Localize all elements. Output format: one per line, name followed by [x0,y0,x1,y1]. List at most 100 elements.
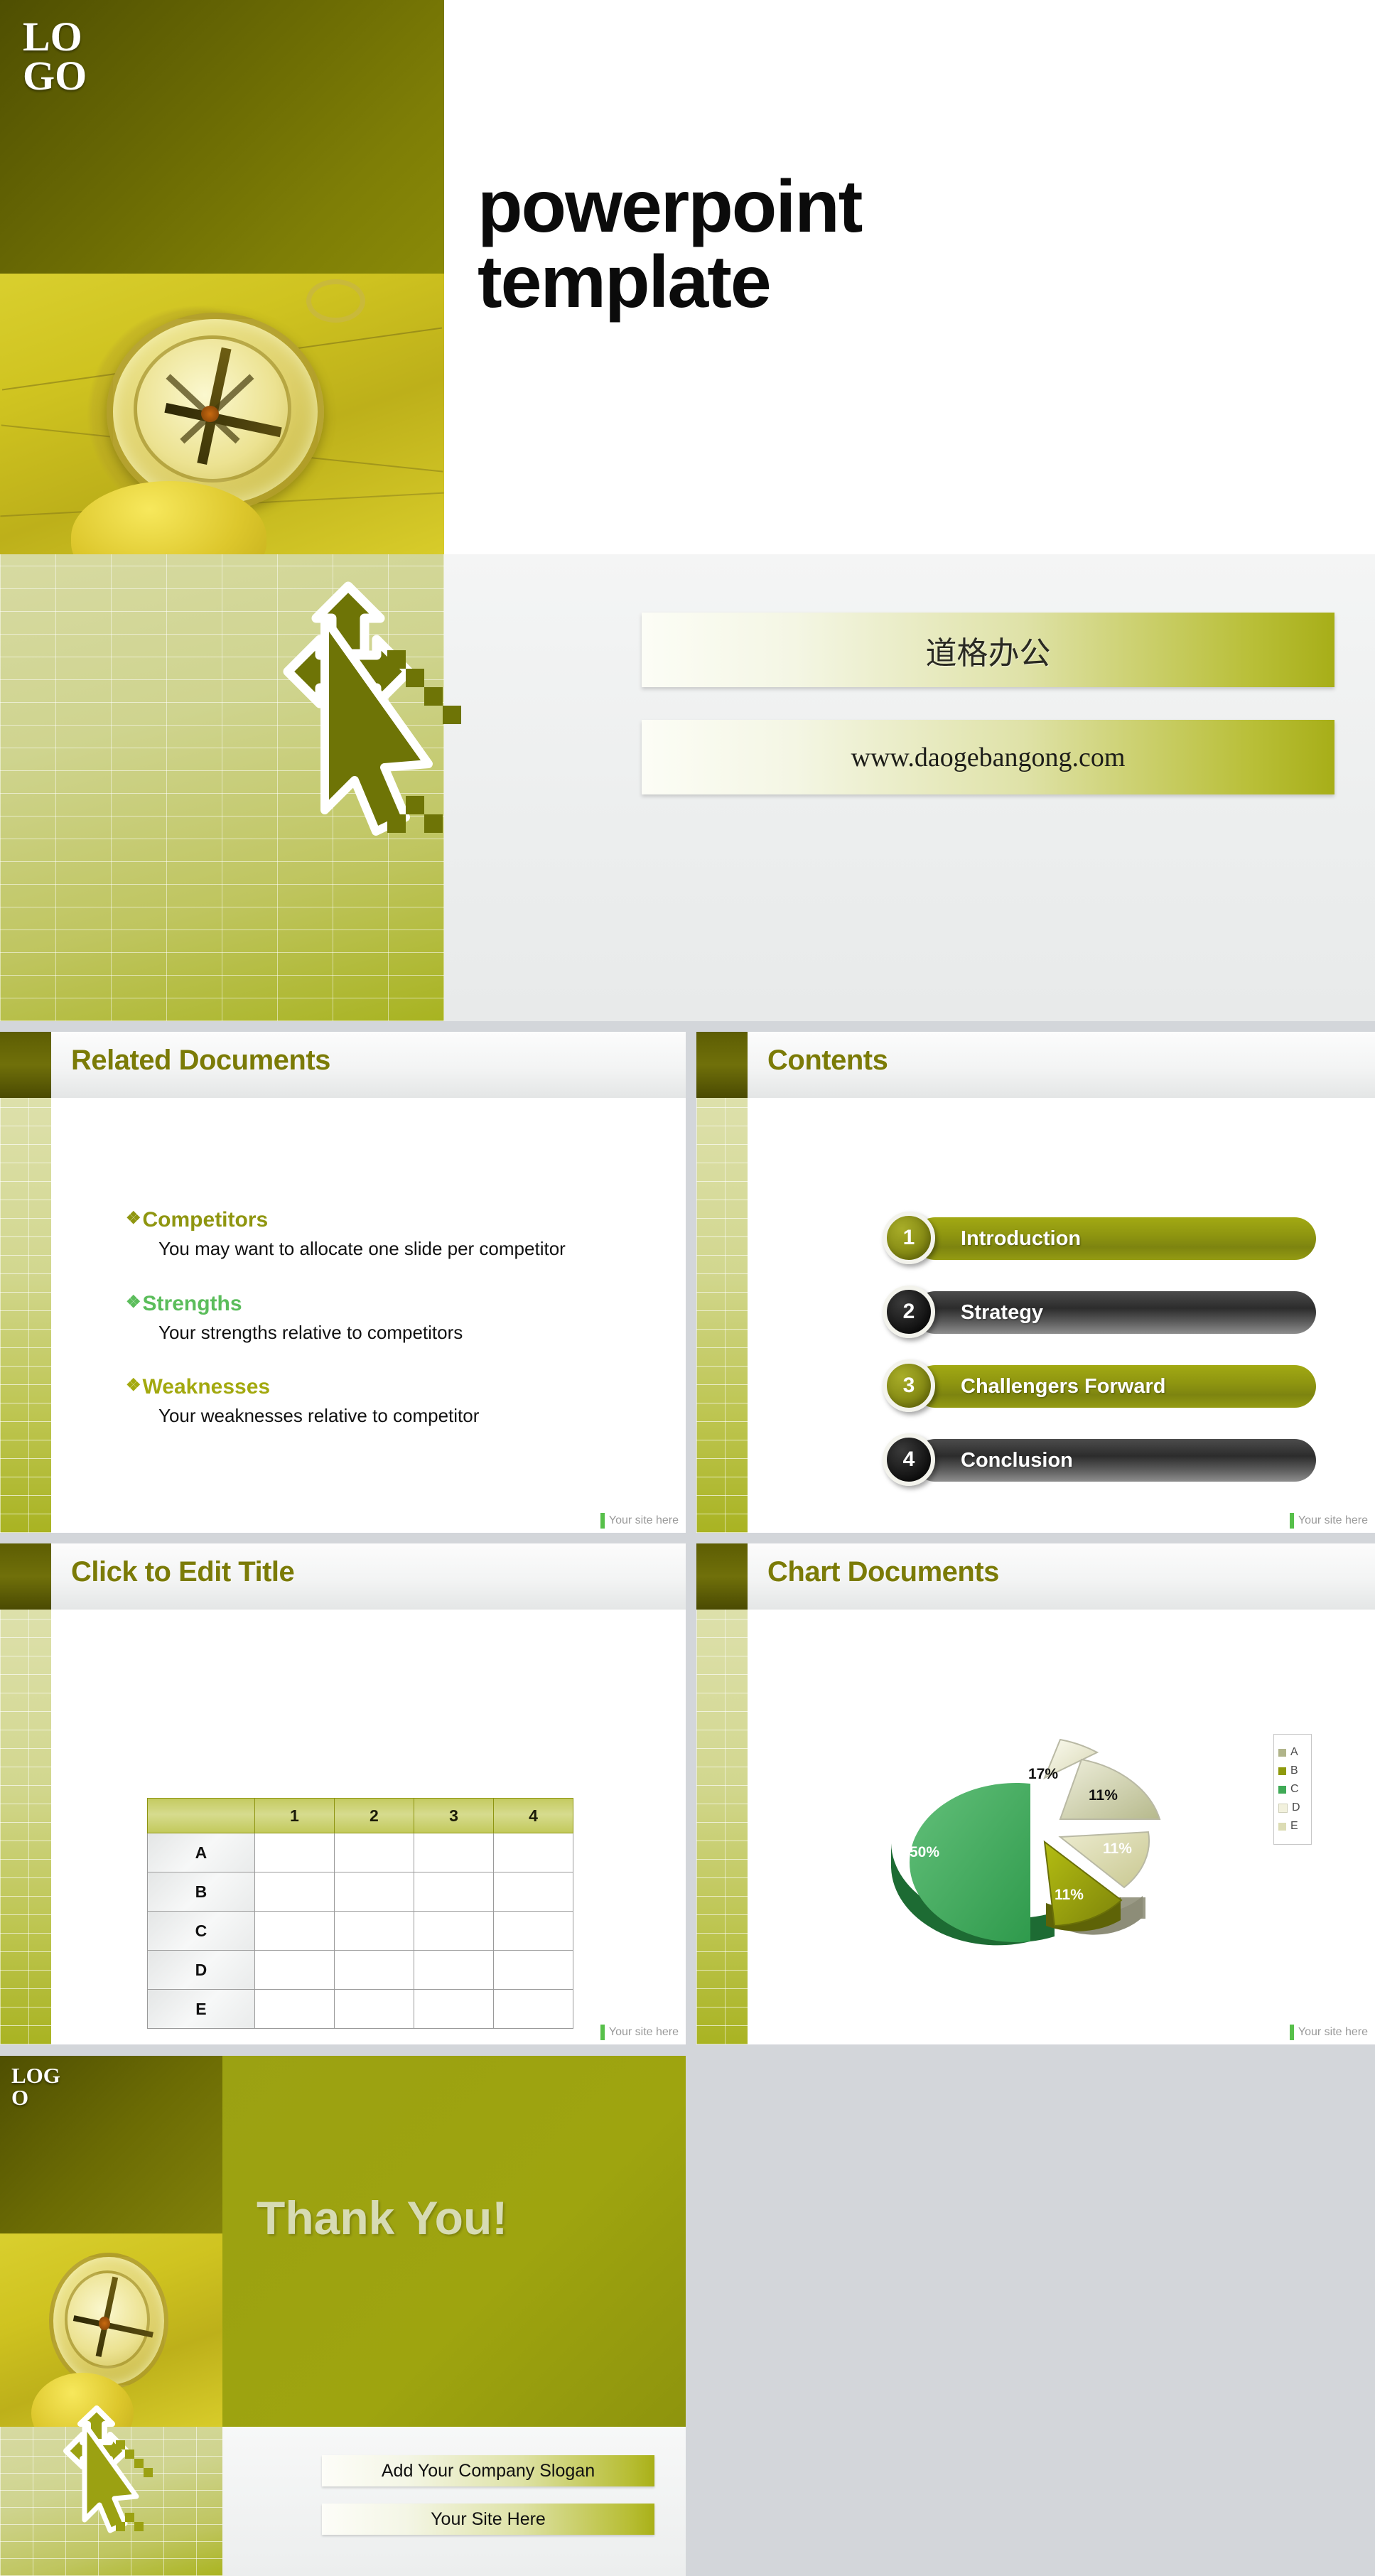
list-item[interactable]: Challengers Forward 3 [875,1359,1316,1415]
table-col-2: 2 [333,1798,414,1833]
table-cell[interactable] [492,1989,574,2029]
slide-thank-you[interactable]: Thank You! Add Your Company Slogan Your … [0,2056,686,2576]
slide-body: 50% 17% 11% 11% 11% A B C D E Your site … [748,1610,1375,2044]
related-sub-weaknesses: Your weaknesses relative to competitor [158,1405,480,1426]
table-cell[interactable] [413,1872,494,1912]
contents-pill-challengers-forward[interactable]: Challengers Forward [914,1365,1316,1408]
diamond-bullet-icon: ❖ [126,1209,141,1228]
contents-number-3: 3 [883,1359,935,1412]
legend-item-e: E [1278,1817,1307,1836]
footer-accent-bar [1289,1513,1294,1529]
related-list: ❖ Competitors You may want to allocate o… [126,1208,657,1459]
table-cell[interactable] [254,1872,335,1912]
company-slogan-button[interactable]: Add Your Company Slogan [322,2455,654,2486]
table-cell[interactable] [333,1872,414,1912]
your-site-button[interactable]: Your Site Here [322,2504,654,2535]
cover-title-line1: powerpoint [478,166,863,248]
slide-header-tab [0,1032,51,1098]
slide-cover[interactable]: LOGO powerpoint template 道格办公 www.daogeb… [0,0,1375,1021]
chart-legend: A B C D E [1273,1734,1312,1845]
table-corner-cell [147,1798,255,1833]
slide-table[interactable]: Click to Edit Title 1 2 3 4 A B C D E Yo… [0,1543,686,2044]
website-url-box[interactable]: www.daogebangong.com [642,720,1334,794]
slide-side-strip [0,1610,51,2044]
table-cell[interactable] [333,1833,414,1872]
table-cell[interactable] [492,1833,574,1872]
footer-accent-bar [600,2025,605,2040]
diamond-bullet-icon: ❖ [126,1292,141,1312]
legend-item-c: C [1278,1780,1307,1799]
contents-pill-conclusion[interactable]: Conclusion [914,1439,1316,1482]
company-name-box[interactable]: 道格办公 [642,613,1334,687]
table-cell[interactable] [413,1950,494,1990]
slide-related-documents[interactable]: Related Documents ❖ Competitors You may … [0,1032,686,1533]
legend-item-a: A [1278,1743,1307,1762]
table-cell[interactable] [492,1911,574,1951]
table-cell[interactable] [254,1989,335,2029]
contents-pill-introduction[interactable]: Introduction [914,1217,1316,1260]
pie-label-d: 17% [1028,1766,1059,1782]
table-cell[interactable] [333,1911,414,1951]
list-item[interactable]: Introduction 1 [875,1212,1316,1267]
mouse-cursor-icon [63,2374,180,2576]
table-cell[interactable] [254,1833,335,1872]
table-col-1: 1 [254,1798,335,1833]
contents-label-strategy: Strategy [961,1300,1044,1324]
table-cell[interactable] [413,1989,494,2029]
slide-footer: Your site here [600,2025,679,2040]
list-item: ❖ Strengths Your strengths relative to c… [126,1292,657,1344]
your-site-text: Your Site Here [431,2508,546,2529]
list-item: ❖ Weaknesses Your weaknesses relative to… [126,1375,657,1428]
slide-side-strip [696,1610,748,2044]
logo-text: LOGO [23,14,87,99]
slide-contents[interactable]: Contents Introduction 1 Strategy 2 Chall… [696,1032,1375,1533]
slide-title: Contents [767,1045,888,1076]
table-cell[interactable] [333,1950,414,1990]
presentation-preview-page: LOGO powerpoint template 道格办公 www.daogeb… [0,0,1375,2576]
logo-text: LOGO [11,2063,60,2110]
slide-footer: Your site here [1289,2025,1368,2040]
slide-body: Introduction 1 Strategy 2 Challengers Fo… [748,1098,1375,1533]
slide-title: Chart Documents [767,1556,999,1588]
table-row-label-c: C [147,1911,255,1951]
table-cell[interactable] [254,1911,335,1951]
contents-number-1: 1 [883,1212,935,1264]
footer-text: Your site here [608,2026,679,2038]
table-cell[interactable] [492,1872,574,1912]
slide-body: ❖ Competitors You may want to allocate o… [51,1098,686,1533]
table-row: B [147,1872,574,1912]
pie-chart[interactable]: 50% 17% 11% 11% 11% [847,1713,1245,2018]
table-cell[interactable] [254,1950,335,1990]
table-row-label-d: D [147,1950,255,1990]
slide-footer: Your site here [600,1513,679,1529]
table-row: E [147,1989,574,2029]
list-item[interactable]: Strategy 2 [875,1286,1316,1341]
slide-header-tab [696,1032,748,1098]
legend-label-b: B [1290,1764,1298,1777]
cover-title: powerpoint template [478,169,1259,320]
table-cell[interactable] [492,1950,574,1990]
table-cell[interactable] [413,1833,494,1872]
contents-label-introduction: Introduction [961,1227,1082,1250]
contents-number-4: 4 [883,1433,935,1486]
table-row-label-e: E [147,1989,255,2029]
table-row-label-a: A [147,1833,255,1872]
legend-swatch-a [1278,1748,1286,1757]
data-table[interactable]: 1 2 3 4 A B C D E [147,1798,574,2029]
table-cell[interactable] [413,1911,494,1951]
slide-title: Related Documents [71,1045,330,1076]
cover-logo-block: LOGO [0,0,444,274]
list-item[interactable]: Conclusion 4 [875,1433,1316,1489]
table-row: A [147,1833,574,1872]
table-cell[interactable] [333,1989,414,2029]
pie-label-c: 50% [910,1844,940,1860]
slide-title: Click to Edit Title [71,1556,295,1588]
contents-pill-strategy[interactable]: Strategy [914,1291,1316,1334]
slide-chart-documents[interactable]: Chart Documents 50% 17% 11% 11% 11% A B … [696,1543,1375,2044]
thanks-bottom-area: Add Your Company Slogan Your Site Here [222,2427,686,2576]
contents-label-conclusion: Conclusion [961,1448,1073,1472]
compass-photo [0,274,444,594]
company-name-text: 道格办公 [925,635,1051,671]
slide-footer: Your site here [1289,1513,1368,1529]
table-row: D [147,1950,574,1990]
